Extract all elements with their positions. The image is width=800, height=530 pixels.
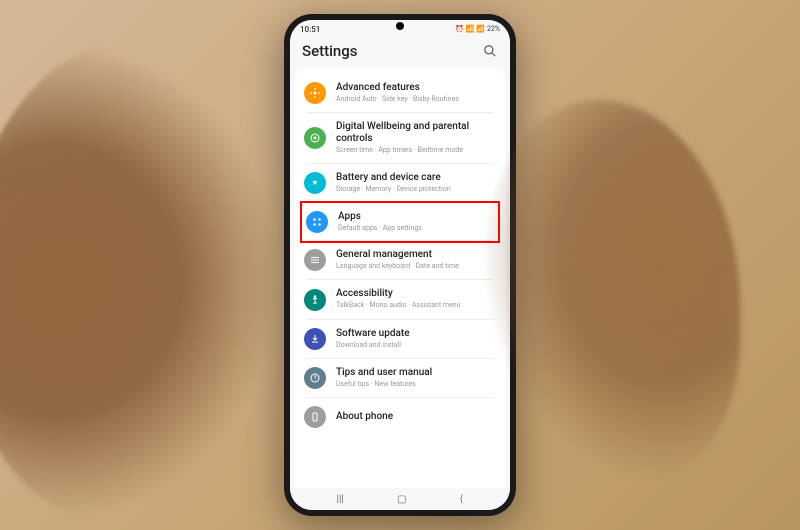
item-subtitle: TalkBack · Mono audio · Assistant menu <box>336 301 496 310</box>
settings-list[interactable]: Advanced features Android Auto · Side ke… <box>294 68 506 490</box>
item-subtitle: Useful tips · New features <box>336 380 496 389</box>
svg-text:?: ? <box>314 375 317 382</box>
setting-item-digital-wellbeing[interactable]: Digital Wellbeing and parental controls … <box>294 113 506 163</box>
item-title: General management <box>336 249 496 261</box>
item-text: Advanced features Android Auto · Side ke… <box>336 82 496 104</box>
battery-icon <box>304 172 326 194</box>
item-title: Apps <box>338 211 494 223</box>
setting-item-battery[interactable]: Battery and device care Storage · Memory… <box>294 164 506 202</box>
item-text: Tips and user manual Useful tips · New f… <box>336 367 496 389</box>
item-title: About phone <box>336 411 496 423</box>
item-text: Accessibility TalkBack · Mono audio · As… <box>336 288 496 310</box>
phone-frame: 10:51 ⏰ 📶 📶 22% Settings Advanced featur… <box>284 14 516 516</box>
setting-item-apps[interactable]: Apps Default apps · App settings <box>300 201 500 243</box>
setting-item-tips[interactable]: ? Tips and user manual Useful tips · New… <box>294 359 506 397</box>
setting-item-accessibility[interactable]: Accessibility TalkBack · Mono audio · As… <box>294 280 506 318</box>
nav-recents-button[interactable]: ||| <box>337 494 344 505</box>
camera-cutout <box>396 22 404 30</box>
advanced-features-icon <box>304 82 326 104</box>
apps-icon <box>306 211 328 233</box>
item-title: Software update <box>336 328 496 340</box>
item-title: Tips and user manual <box>336 367 496 379</box>
general-management-icon <box>304 249 326 271</box>
item-title: Advanced features <box>336 82 496 94</box>
hand-left <box>0 40 280 520</box>
nav-back-button[interactable]: ⟨ <box>460 494 464 505</box>
setting-item-software-update[interactable]: Software update Download and install <box>294 320 506 358</box>
item-text: About phone <box>336 411 496 423</box>
item-title: Digital Wellbeing and parental controls <box>336 121 496 145</box>
screen: 10:51 ⏰ 📶 📶 22% Settings Advanced featur… <box>290 20 510 510</box>
item-text: Apps Default apps · App settings <box>338 211 494 233</box>
setting-item-about-phone[interactable]: About phone <box>294 398 506 436</box>
item-subtitle: Language and keyboard · Date and time <box>336 262 496 271</box>
accessibility-icon <box>304 289 326 311</box>
page-title: Settings <box>302 42 358 60</box>
digital-wellbeing-icon <box>304 127 326 149</box>
item-title: Accessibility <box>336 288 496 300</box>
item-subtitle: Download and install <box>336 341 496 350</box>
item-text: Battery and device care Storage · Memory… <box>336 172 496 194</box>
item-subtitle: Android Auto · Side key · Bixby Routines <box>336 95 496 104</box>
item-text: Digital Wellbeing and parental controls … <box>336 121 496 155</box>
battery-level: 22% <box>487 25 500 33</box>
item-text: Software update Download and install <box>336 328 496 350</box>
setting-item-general-management[interactable]: General management Language and keyboard… <box>294 241 506 279</box>
item-subtitle: Screen time · App timers · Bedtime mode <box>336 146 496 155</box>
nav-home-button[interactable]: ▢ <box>397 494 406 505</box>
search-button[interactable] <box>482 43 498 59</box>
setting-item-advanced-features[interactable]: Advanced features Android Auto · Side ke… <box>294 74 506 112</box>
about-phone-icon <box>304 406 326 428</box>
item-subtitle: Storage · Memory · Device protection <box>336 185 496 194</box>
settings-header: Settings <box>290 38 510 68</box>
item-subtitle: Default apps · App settings <box>338 224 494 233</box>
item-title: Battery and device care <box>336 172 496 184</box>
hand-right <box>480 100 740 480</box>
tips-icon: ? <box>304 367 326 389</box>
search-icon <box>483 44 497 58</box>
navigation-bar: ||| ▢ ⟨ <box>290 488 510 510</box>
item-text: General management Language and keyboard… <box>336 249 496 271</box>
status-indicators: ⏰ 📶 📶 22% <box>455 25 500 33</box>
status-time: 10:51 <box>300 25 320 34</box>
software-update-icon <box>304 328 326 350</box>
